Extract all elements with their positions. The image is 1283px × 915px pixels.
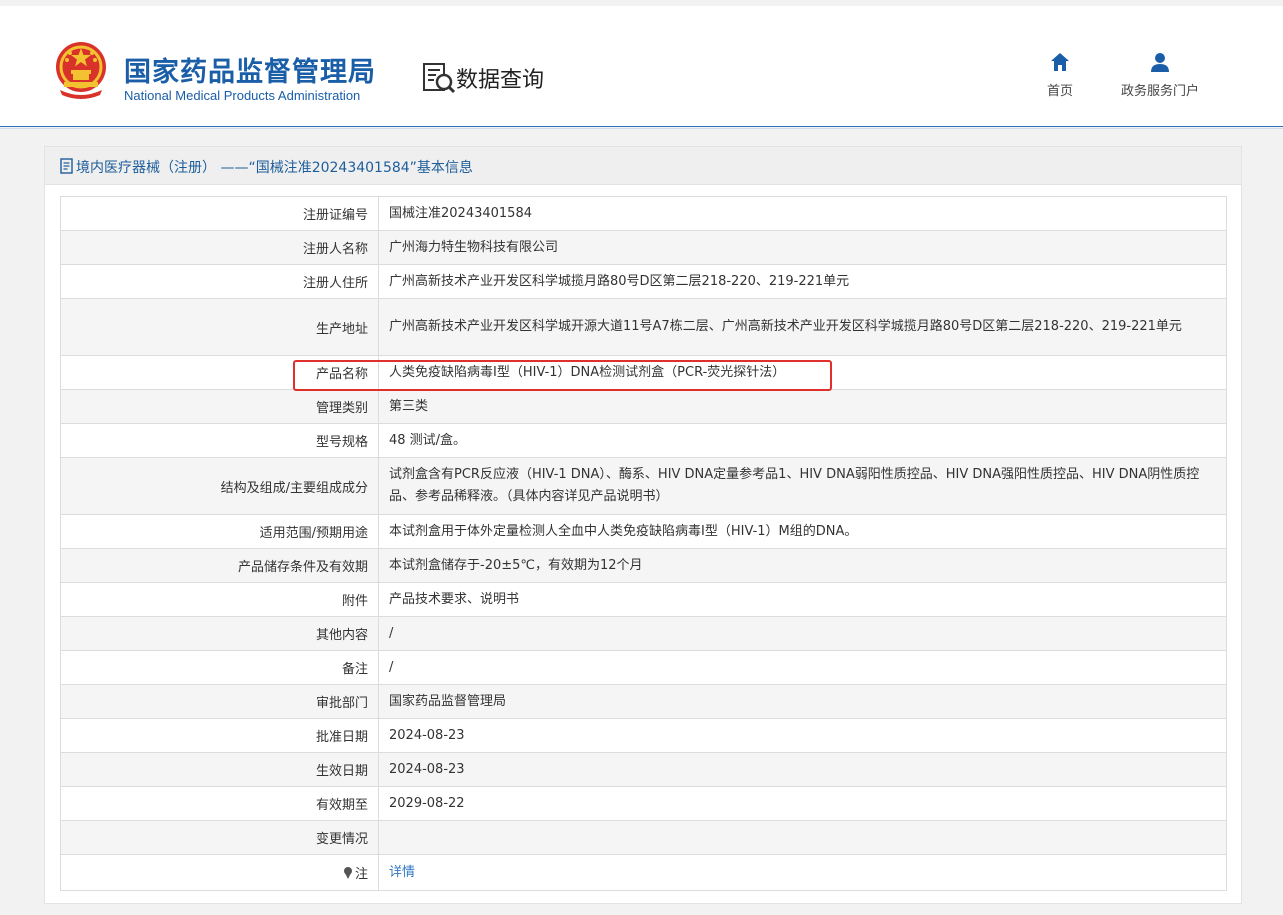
nav-home-label: 首页	[1046, 84, 1073, 99]
row-value	[378, 820, 1227, 855]
site-header: 国家药品监督管理局 National Medical Products Admi…	[0, 6, 1283, 127]
row-value: 2024-08-23	[378, 718, 1227, 753]
nav-portal-button[interactable]: 政务服务门户	[1112, 52, 1208, 99]
row-label: 注册人名称	[60, 230, 379, 265]
table-row: 注 详情	[60, 854, 1227, 891]
row-label: 批准日期	[60, 718, 379, 753]
row-value: 本试剂盒用于体外定量检测人全血中人类免疫缺陷病毒I型（HIV-1）M组的DNA。	[378, 514, 1227, 549]
table-row: 生效日期 2024-08-23	[60, 752, 1227, 787]
row-label: 产品储存条件及有效期	[60, 548, 379, 583]
record-panel: 境内医疗器械（注册） ——“国械注准20243401584”基本信息 注册证编号…	[44, 146, 1242, 904]
table-row: 管理类别 第三类	[60, 389, 1227, 424]
row-label: 产品名称	[60, 355, 379, 390]
row-value: 2029-08-22	[378, 786, 1227, 821]
section-title: 数据查询	[456, 68, 545, 93]
table-row: 结构及组成/主要组成成分 试剂盒含有PCR反应液（HIV-1 DNA）、酶系、H…	[60, 457, 1227, 515]
row-label: 型号规格	[60, 423, 379, 458]
row-label: 备注	[60, 650, 379, 685]
row-value: 国械注准20243401584	[378, 196, 1227, 231]
row-value: 广州高新技术产业开发区科学城揽月路80号D区第二层218-220、219-221…	[378, 264, 1227, 299]
row-label: 适用范围/预期用途	[60, 514, 379, 549]
row-label: 结构及组成/主要组成成分	[60, 457, 379, 515]
row-value: 第三类	[378, 389, 1227, 424]
national-emblem-icon	[56, 42, 106, 99]
row-value: 2024-08-23	[378, 752, 1227, 787]
table-row: 生产地址 广州高新技术产业开发区科学城开源大道11号A7栋二层、广州高新技术产业…	[60, 298, 1227, 356]
table-row: 注册证编号 国械注准20243401584	[60, 196, 1227, 231]
row-value: 详情	[378, 854, 1227, 891]
nav-home-button[interactable]: 首页	[1012, 52, 1108, 99]
row-value: 广州海力特生物科技有限公司	[378, 230, 1227, 265]
row-label: 生效日期	[60, 752, 379, 787]
row-value: 人类免疫缺陷病毒I型（HIV-1）DNA检测试剂盒（PCR-荧光探针法）	[378, 355, 1227, 390]
table-row: 适用范围/预期用途 本试剂盒用于体外定量检测人全血中人类免疫缺陷病毒I型（HIV…	[60, 514, 1227, 549]
home-icon	[1051, 53, 1069, 71]
table-row: 备注 /	[60, 650, 1227, 685]
row-label: 审批部门	[60, 684, 379, 719]
table-row: 变更情况	[60, 820, 1227, 855]
document-search-icon	[423, 63, 456, 94]
table-row: 审批部门 国家药品监督管理局	[60, 684, 1227, 719]
row-value: 试剂盒含有PCR反应液（HIV-1 DNA）、酶系、HIV DNA定量参考品1、…	[378, 457, 1227, 515]
table-row: 型号规格 48 测试/盒。	[60, 423, 1227, 458]
row-label: 附件	[60, 582, 379, 617]
row-label: 注册证编号	[60, 196, 379, 231]
row-label: 有效期至	[60, 786, 379, 821]
row-label: 生产地址	[60, 298, 379, 356]
row-label: 注册人住所	[60, 264, 379, 299]
row-value: 本试剂盒储存于-20±5℃，有效期为12个月	[378, 548, 1227, 583]
row-value: /	[378, 616, 1227, 651]
row-label-note: 注	[60, 854, 379, 891]
nav-portal-label: 政务服务门户	[1120, 84, 1199, 99]
org-name-cn: 国家药品监督管理局	[124, 57, 376, 88]
panel-header: 境内医疗器械（注册） ——“国械注准20243401584”基本信息	[45, 147, 1241, 185]
row-value: 国家药品监督管理局	[378, 684, 1227, 719]
table-row: 注册人住所 广州高新技术产业开发区科学城揽月路80号D区第二层218-220、2…	[60, 264, 1227, 299]
org-name-en: National Medical Products Administration	[124, 88, 361, 103]
table-row: 产品储存条件及有效期 本试剂盒储存于-20±5℃，有效期为12个月	[60, 548, 1227, 583]
table-row: 产品名称 人类免疫缺陷病毒I型（HIV-1）DNA检测试剂盒（PCR-荧光探针法…	[60, 355, 1227, 390]
panel-title: 境内医疗器械（注册） ——“国械注准20243401584”基本信息	[76, 160, 473, 176]
row-value: 48 测试/盒。	[378, 423, 1227, 458]
record-table: 注册证编号 国械注准20243401584 注册人名称 广州海力特生物科技有限公…	[60, 196, 1227, 891]
document-icon	[60, 158, 73, 174]
table-row: 其他内容 /	[60, 616, 1227, 651]
table-row: 有效期至 2029-08-22	[60, 786, 1227, 821]
table-row: 批准日期 2024-08-23	[60, 718, 1227, 753]
table-row: 附件 产品技术要求、说明书	[60, 582, 1227, 617]
user-icon	[1151, 53, 1169, 72]
row-value: 广州高新技术产业开发区科学城开源大道11号A7栋二层、广州高新技术产业开发区科学…	[378, 298, 1227, 356]
note-label: 注	[354, 867, 368, 882]
header-divider	[0, 128, 1283, 129]
details-link[interactable]: 详情	[389, 865, 415, 880]
row-label: 管理类别	[60, 389, 379, 424]
pin-icon	[343, 867, 352, 879]
row-label: 其他内容	[60, 616, 379, 651]
row-label: 变更情况	[60, 820, 379, 855]
row-value: /	[378, 650, 1227, 685]
row-value: 产品技术要求、说明书	[378, 582, 1227, 617]
table-row: 注册人名称 广州海力特生物科技有限公司	[60, 230, 1227, 265]
